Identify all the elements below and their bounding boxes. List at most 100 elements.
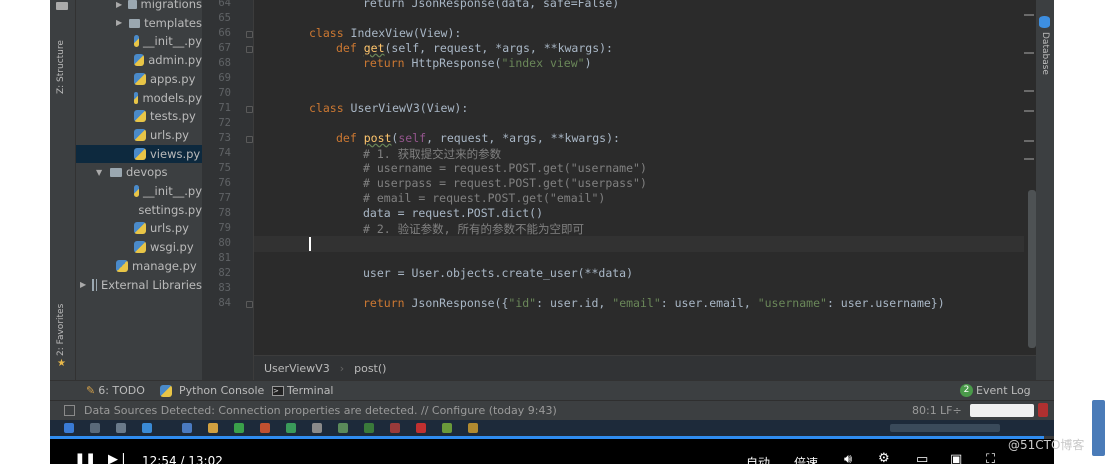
os-taskbar bbox=[50, 420, 1054, 436]
fullscreen-icon[interactable]: ⛶ bbox=[986, 452, 995, 464]
code-editor[interactable]: return JsonResponse(data, safe=False) cl… bbox=[254, 0, 1036, 355]
side-thumbnail[interactable] bbox=[1092, 400, 1105, 456]
tree-item[interactable]: urls.py bbox=[76, 219, 202, 237]
event-log-tab[interactable]: 2 Event Log bbox=[960, 384, 1031, 397]
app-icon[interactable] bbox=[364, 423, 374, 433]
start-icon[interactable] bbox=[64, 423, 74, 433]
fold-marker-icon[interactable] bbox=[246, 106, 253, 113]
code-line-64: return JsonResponse(data, safe=False) bbox=[363, 0, 620, 10]
python-console-tab[interactable]: Python Console bbox=[160, 384, 264, 397]
todo-icon: ✎ bbox=[86, 384, 96, 397]
tree-item[interactable]: models.py bbox=[76, 89, 202, 107]
volume-icon[interactable]: 🔊︎ bbox=[844, 452, 852, 464]
tool-window-bar: ✎ 6: TODO Python Console > Terminal 2 Ev… bbox=[50, 380, 1054, 400]
folder-icon bbox=[129, 18, 141, 28]
app-icon[interactable] bbox=[468, 423, 478, 433]
ime-toolbar[interactable] bbox=[970, 404, 1034, 417]
todo-tab[interactable]: ✎ 6: TODO bbox=[86, 384, 145, 397]
tree-item[interactable]: urls.py bbox=[76, 126, 202, 144]
speed-button[interactable]: 倍速 bbox=[794, 454, 818, 464]
line-number: 79 bbox=[218, 222, 231, 234]
stripe-marker[interactable] bbox=[1024, 158, 1034, 160]
database-icon[interactable] bbox=[1039, 16, 1050, 28]
tree-item[interactable]: views.py bbox=[76, 144, 202, 163]
stripe-marker[interactable] bbox=[1024, 52, 1034, 54]
project-icon[interactable] bbox=[56, 2, 68, 10]
tree-item[interactable]: admin.py bbox=[76, 51, 202, 69]
tree-item[interactable]: ▶ migrations bbox=[76, 0, 202, 13]
event-log-label: Event Log bbox=[976, 384, 1031, 397]
favorites-tab[interactable]: 2: Favorites bbox=[56, 304, 66, 356]
system-tray[interactable] bbox=[890, 424, 1000, 432]
tree-item[interactable]: manage.py bbox=[76, 257, 202, 275]
breadcrumb-class[interactable]: UserViewV3 bbox=[264, 362, 330, 375]
tree-item[interactable]: apps.py bbox=[76, 70, 202, 88]
database-tab[interactable]: Database bbox=[1040, 32, 1050, 75]
progress-fill bbox=[50, 436, 1044, 439]
app-icon[interactable] bbox=[116, 423, 126, 433]
line-separator[interactable]: LF÷ bbox=[940, 404, 962, 417]
chevron-right-icon[interactable]: ▶ bbox=[80, 280, 86, 289]
line-number: 64 bbox=[218, 0, 231, 9]
app-icon[interactable] bbox=[390, 423, 400, 433]
python-file-icon bbox=[134, 54, 145, 67]
code-line-66: class IndexView(View): bbox=[309, 26, 462, 40]
breadcrumb: UserViewV3 › post() bbox=[254, 355, 1036, 380]
chevron-right-icon[interactable]: ▶ bbox=[116, 18, 123, 27]
browser-icon[interactable] bbox=[142, 423, 152, 433]
editor-scrollbar[interactable] bbox=[1028, 190, 1036, 348]
line-number: 67 bbox=[218, 42, 231, 54]
tree-item-label: templates bbox=[144, 15, 202, 30]
structure-tab[interactable]: Z: Structure bbox=[56, 40, 66, 94]
fold-marker-icon[interactable] bbox=[246, 31, 253, 38]
quality-button[interactable]: 自动 bbox=[746, 454, 770, 464]
fold-marker-icon[interactable] bbox=[246, 46, 253, 53]
stripe-marker[interactable] bbox=[1024, 110, 1034, 112]
chevron-right-icon[interactable]: ▶ bbox=[116, 0, 122, 9]
tree-item[interactable]: settings.py bbox=[76, 201, 202, 219]
tree-item[interactable]: ▶ External Libraries bbox=[76, 276, 202, 294]
folder-icon[interactable] bbox=[208, 423, 218, 433]
tree-item[interactable]: wsgi.py bbox=[76, 238, 202, 256]
tree-item[interactable]: ▶ templates bbox=[76, 14, 202, 32]
python-file-icon bbox=[116, 259, 128, 272]
breadcrumb-method[interactable]: post() bbox=[354, 362, 386, 375]
stripe-marker[interactable] bbox=[1024, 90, 1034, 92]
app-icon[interactable] bbox=[182, 423, 192, 433]
inspector-icon[interactable] bbox=[1038, 403, 1048, 417]
tree-item[interactable]: __init__.py bbox=[76, 182, 202, 200]
pip-icon[interactable]: ▭ bbox=[916, 452, 928, 464]
pause-icon[interactable]: ❚❚ bbox=[74, 452, 96, 464]
chevron-down-icon[interactable]: ▼ bbox=[96, 168, 104, 177]
caret-position[interactable]: 80:1 bbox=[912, 404, 937, 417]
text-caret bbox=[309, 237, 311, 251]
fold-marker-icon[interactable] bbox=[246, 301, 253, 308]
python-file-icon bbox=[134, 35, 140, 48]
fold-marker-icon[interactable] bbox=[246, 136, 253, 143]
app-icon[interactable] bbox=[286, 423, 296, 433]
line-number: 84 bbox=[218, 297, 231, 309]
tree-item-label: __init__.py bbox=[143, 184, 202, 198]
app-icon[interactable] bbox=[416, 423, 426, 433]
search-icon[interactable] bbox=[90, 423, 100, 433]
next-icon[interactable]: ▶❘ bbox=[108, 452, 129, 464]
terminal-tab[interactable]: > Terminal bbox=[272, 384, 334, 397]
line-number-gutter: 64 65 66 67 68 69 70 71 72 73 74 75 76 77 78 79 80 81 82 83… bbox=[202, 0, 254, 380]
tree-item[interactable]: ▼ devops bbox=[76, 163, 202, 181]
status-message[interactable]: Data Sources Detected: Connection proper… bbox=[84, 404, 557, 417]
stripe-marker[interactable] bbox=[1024, 14, 1034, 16]
stripe-marker[interactable] bbox=[1024, 140, 1034, 142]
app-icon[interactable] bbox=[338, 423, 348, 433]
app-icon[interactable] bbox=[442, 423, 452, 433]
widescreen-icon[interactable]: ▣ bbox=[950, 452, 962, 464]
tree-item[interactable]: tests.py bbox=[76, 107, 202, 125]
app-icon[interactable] bbox=[312, 423, 322, 433]
chrome-icon[interactable] bbox=[234, 423, 244, 433]
toggle-tool-windows-icon[interactable] bbox=[64, 405, 75, 416]
tree-item[interactable]: __init__.py bbox=[76, 32, 202, 50]
code-line-82: user = User.objects.create_user(**data) bbox=[363, 266, 634, 280]
app-icon[interactable] bbox=[260, 423, 270, 433]
library-icon bbox=[92, 278, 97, 291]
code-line-77: # email = request.POST.get("email") bbox=[363, 191, 606, 205]
settings-icon[interactable]: ⚙ bbox=[878, 451, 890, 464]
